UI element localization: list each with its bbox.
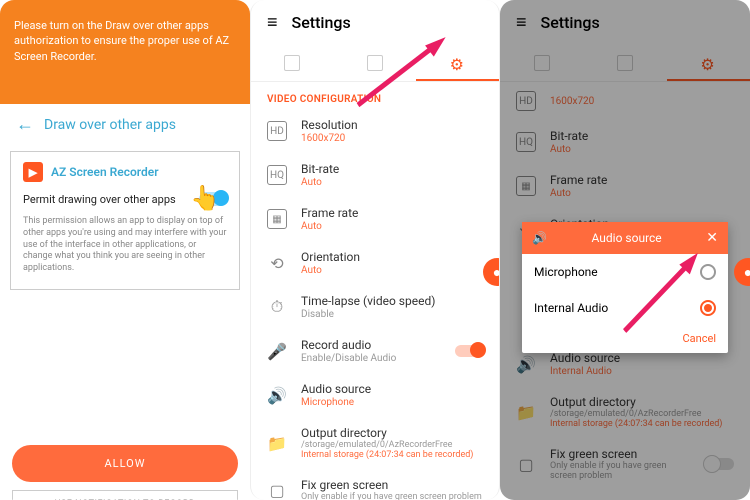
folder-icon: 📁 xyxy=(267,433,287,453)
page-title: Settings xyxy=(292,13,351,32)
item-resolution[interactable]: HDResolution1600x720 xyxy=(251,109,499,153)
image-icon xyxy=(367,55,383,71)
bitrate-icon: HQ xyxy=(267,165,287,185)
video-icon xyxy=(284,55,300,71)
item-fix-green[interactable]: ▢Fix green screenOnly enable if you have… xyxy=(251,469,499,500)
permit-label: Permit drawing over other apps xyxy=(23,193,176,206)
cancel-button[interactable]: Cancel xyxy=(522,326,728,353)
radio-internal-audio[interactable] xyxy=(700,300,716,316)
item-record-audio[interactable]: 🎤Record audioEnable/Disable Audio xyxy=(251,329,499,373)
option-internal-audio[interactable]: Internal Audio xyxy=(522,290,728,326)
back-icon[interactable]: ← xyxy=(16,114,34,135)
app-row: ▶ AZ Screen Recorder xyxy=(23,162,227,182)
settings-header: ≡ Settings xyxy=(251,0,499,45)
item-orientation[interactable]: ⟲OrientationAuto xyxy=(251,241,499,285)
tabs xyxy=(251,45,499,82)
item-audio-source[interactable]: 🔊Audio sourceMicrophone xyxy=(251,373,499,417)
item-framerate[interactable]: ▦Frame rateAuto xyxy=(251,197,499,241)
record-audio-switch[interactable] xyxy=(455,345,483,357)
permission-card: ▶ AZ Screen Recorder Permit drawing over… xyxy=(10,151,240,289)
screen-icon: ▢ xyxy=(267,480,287,500)
gear-icon xyxy=(450,55,466,71)
tab-video[interactable] xyxy=(251,45,334,81)
resolution-icon: HD xyxy=(267,121,287,141)
item-timelapse[interactable]: ⏱Time-lapse (video speed)Disable xyxy=(251,285,499,329)
app-name: AZ Screen Recorder xyxy=(51,165,159,179)
menu-icon[interactable]: ≡ xyxy=(267,12,278,33)
audio-source-dialog: 🔊 Audio source ✕ Microphone Internal Audio… xyxy=(522,222,728,353)
permission-description: This permission allows an app to display… xyxy=(23,216,227,274)
speaker-icon: 🔊 xyxy=(267,385,287,405)
dialog-title: Audio source xyxy=(592,231,662,245)
tab-settings[interactable] xyxy=(416,45,499,81)
permission-banner: Please turn on the Draw over other apps … xyxy=(0,0,250,104)
draw-over-title: Draw over other apps xyxy=(44,117,176,133)
app-icon: ▶ xyxy=(23,162,43,182)
timelapse-icon: ⏱ xyxy=(267,297,287,317)
use-notification-button[interactable]: USE NOTIFICATION TO RECORD xyxy=(12,490,238,500)
item-output-dir[interactable]: 📁Output directory/storage/emulated/0/AzR… xyxy=(251,417,499,469)
mic-icon: 🎤 xyxy=(267,341,287,361)
dialog-speaker-icon: 🔊 xyxy=(532,231,547,245)
radio-microphone[interactable] xyxy=(700,264,716,280)
option-microphone[interactable]: Microphone xyxy=(522,254,728,290)
allow-button[interactable]: ALLOW xyxy=(12,445,238,482)
section-video-config: VIDEO CONFIGURATION xyxy=(251,82,499,109)
draw-over-header: ← Draw over other apps xyxy=(0,104,250,145)
orientation-icon: ⟲ xyxy=(267,253,287,273)
framerate-icon: ▦ xyxy=(267,209,287,229)
item-bitrate[interactable]: HQBit-rateAuto xyxy=(251,153,499,197)
permit-toggle[interactable] xyxy=(199,192,227,206)
close-icon[interactable]: ✕ xyxy=(706,230,718,246)
tab-image[interactable] xyxy=(334,45,417,81)
